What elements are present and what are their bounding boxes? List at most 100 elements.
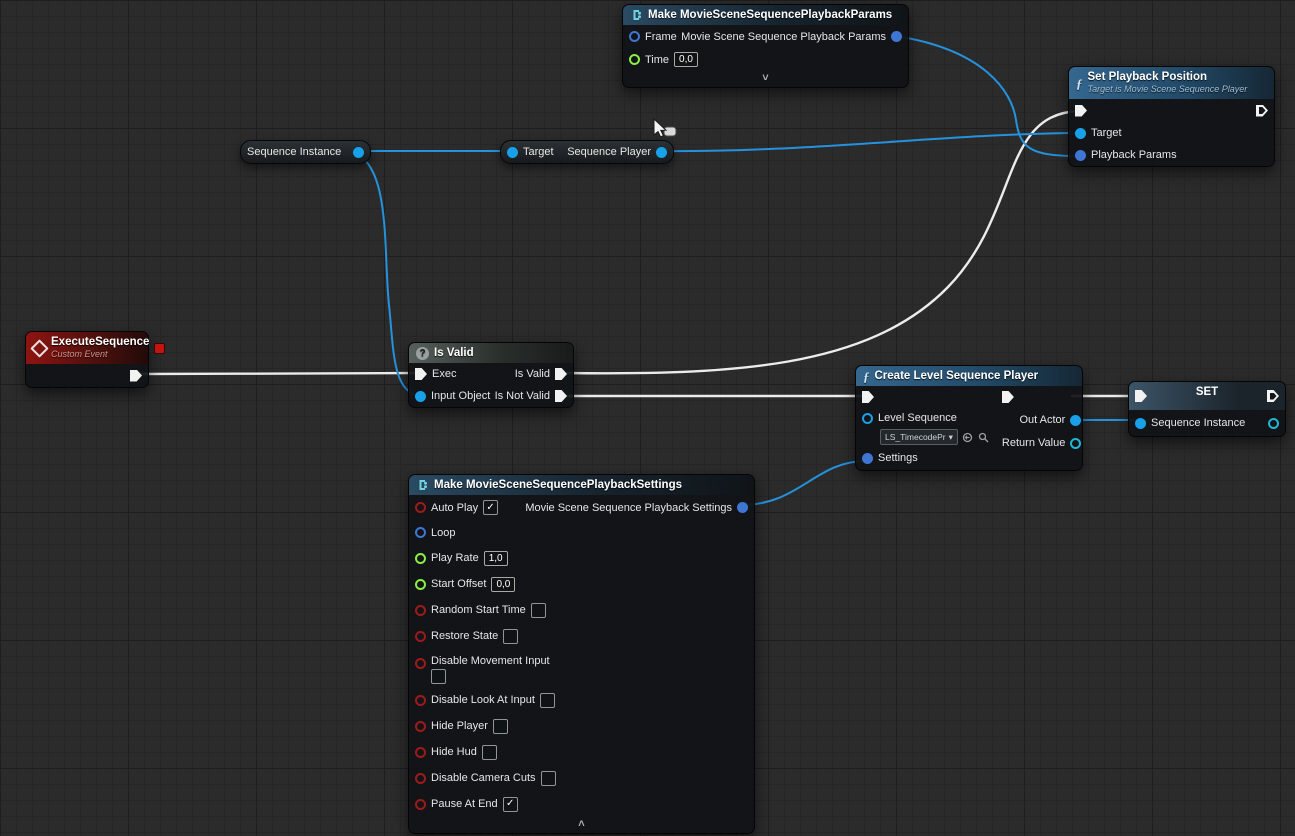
auto-play-checkbox[interactable]: ✓ xyxy=(483,500,498,515)
disable-camera-cuts-checkbox[interactable] xyxy=(541,771,556,786)
node-make-playback-settings[interactable]: Make MovieSceneSequencePlaybackSettings … xyxy=(408,474,755,834)
dropdown-arrow-icon: ▾ xyxy=(949,432,953,443)
wire-settings-to-create[interactable] xyxy=(741,461,866,505)
node-header[interactable]: Make MovieSceneSequencePlaybackSettings xyxy=(409,475,754,495)
target-pin-label: Target xyxy=(1091,127,1122,139)
loop-pin[interactable] xyxy=(415,527,426,538)
node-title: Is Valid xyxy=(434,347,474,359)
node-make-playback-params[interactable]: Make MovieSceneSequencePlaybackParams Fr… xyxy=(622,4,909,88)
params-out-pin[interactable] xyxy=(891,31,902,42)
delegate-pin[interactable] xyxy=(154,343,165,354)
node-header[interactable]: SET xyxy=(1129,382,1285,410)
node-header[interactable]: ExecuteSequence Custom Event xyxy=(26,332,148,364)
node-header[interactable]: ƒ Set Playback Position Target is Movie … xyxy=(1069,67,1274,99)
playback-params-pin[interactable] xyxy=(1075,150,1086,161)
disable-camera-cuts-pin[interactable] xyxy=(415,773,426,784)
is-valid-exec-out-pin[interactable] xyxy=(555,368,567,380)
asset-picker-dropdown[interactable]: LS_TimecodePr ▾ xyxy=(880,429,958,445)
node-get-sequence-player[interactable]: Target Sequence Player xyxy=(500,140,674,164)
node-is-valid[interactable]: ? Is Valid Exec Is Valid Input Object Is… xyxy=(408,342,574,408)
mouse-cursor xyxy=(652,118,680,144)
auto-play-label: Auto Play xyxy=(431,502,478,514)
auto-play-pin[interactable] xyxy=(415,502,426,513)
blueprint-graph-canvas[interactable]: Make MovieSceneSequencePlaybackParams Fr… xyxy=(0,0,1295,836)
node-header[interactable]: ƒ Create Level Sequence Player xyxy=(856,366,1082,386)
restore-state-pin[interactable] xyxy=(415,631,426,642)
node-header[interactable]: ? Is Valid xyxy=(409,343,573,363)
make-struct-icon xyxy=(416,479,429,492)
disable-look-at-input-pin[interactable] xyxy=(415,695,426,706)
exec-out-pin[interactable] xyxy=(1256,105,1268,117)
node-set-playback-position[interactable]: ƒ Set Playback Position Target is Movie … xyxy=(1068,66,1275,167)
wire-exec-event-to-isvalid[interactable] xyxy=(136,373,419,374)
node-get-sequence-instance[interactable]: Sequence Instance xyxy=(240,140,371,164)
input-object-pin[interactable] xyxy=(415,391,426,402)
node-execute-sequence-event[interactable]: ExecuteSequence Custom Event xyxy=(25,331,149,388)
asset-picker-value: LS_TimecodePr xyxy=(885,432,946,442)
random-start-time-label: Random Start Time xyxy=(431,604,526,616)
hide-hud-pin[interactable] xyxy=(415,747,426,758)
sequence-instance-out-pin[interactable] xyxy=(1268,418,1279,429)
exec-in-pin[interactable] xyxy=(415,368,427,380)
frame-pin[interactable] xyxy=(629,31,640,42)
exec-out-pin[interactable] xyxy=(130,370,142,382)
exec-out-pin[interactable] xyxy=(1002,391,1014,403)
settings-pin[interactable] xyxy=(862,453,873,464)
sequence-instance-out-pin[interactable] xyxy=(353,147,364,158)
node-set-sequence-instance[interactable]: SET Sequence Instance xyxy=(1128,381,1286,437)
start-offset-label: Start Offset xyxy=(431,578,486,590)
random-start-time-checkbox[interactable] xyxy=(531,603,546,618)
node-subtitle: Target is Movie Scene Sequence Player xyxy=(1088,83,1248,95)
is-not-valid-pin-label: Is Not Valid xyxy=(495,390,550,402)
question-mark-icon: ? xyxy=(416,347,429,360)
browse-asset-magnifier-icon[interactable] xyxy=(977,431,990,444)
use-selected-asset-icon[interactable] xyxy=(961,431,974,444)
hide-player-checkbox[interactable] xyxy=(493,719,508,734)
expand-chevron-icon[interactable]: ˅ xyxy=(623,71,908,87)
target-pin[interactable] xyxy=(1075,128,1086,139)
exec-in-pin[interactable] xyxy=(862,391,874,403)
is-not-valid-exec-out-pin[interactable] xyxy=(555,390,567,402)
sequence-player-out-pin[interactable] xyxy=(656,147,667,158)
pause-at-end-pin[interactable] xyxy=(415,799,426,810)
wire-sequenceplayer-to-target[interactable] xyxy=(651,133,1078,151)
time-pin[interactable] xyxy=(629,54,640,65)
is-valid-pin-label: Is Valid xyxy=(515,368,550,380)
disable-look-at-input-checkbox[interactable] xyxy=(540,693,555,708)
sequence-instance-pin-label: Sequence Instance xyxy=(1151,417,1245,429)
node-title: Create Level Sequence Player xyxy=(875,370,1039,382)
restore-state-checkbox[interactable] xyxy=(503,629,518,644)
event-diamond-icon xyxy=(30,339,48,357)
frame-pin-label: Frame xyxy=(645,31,677,43)
loop-label: Loop xyxy=(431,527,455,539)
target-label: Target xyxy=(523,146,554,158)
make-struct-icon xyxy=(630,9,643,22)
play-rate-label: Play Rate xyxy=(431,552,479,564)
play-rate-input[interactable]: 1,0 xyxy=(484,551,508,566)
out-actor-pin-label: Out Actor xyxy=(1019,414,1065,426)
random-start-time-pin[interactable] xyxy=(415,605,426,616)
settings-out-pin[interactable] xyxy=(737,502,748,513)
hide-player-pin[interactable] xyxy=(415,721,426,732)
wire-params-to-playbackparams[interactable] xyxy=(896,36,1078,156)
start-offset-input[interactable]: 0,0 xyxy=(491,577,515,592)
node-create-level-sequence-player[interactable]: ƒ Create Level Sequence Player Level Seq… xyxy=(855,365,1083,471)
exec-pin-label: Exec xyxy=(432,368,456,380)
disable-look-at-input-label: Disable Look At Input xyxy=(431,694,535,706)
collapse-chevron-icon[interactable]: ˄ xyxy=(409,817,754,833)
target-in-pin[interactable] xyxy=(507,147,518,158)
disable-movement-input-checkbox[interactable] xyxy=(431,669,446,684)
disable-movement-input-pin[interactable] xyxy=(415,658,426,669)
time-value-input[interactable]: 0,0 xyxy=(674,52,698,67)
return-value-pin[interactable] xyxy=(1070,438,1081,449)
node-header[interactable]: Make MovieSceneSequencePlaybackParams xyxy=(623,5,908,25)
level-sequence-pin[interactable] xyxy=(862,413,873,424)
pause-at-end-checkbox[interactable]: ✓ xyxy=(503,797,518,812)
hide-hud-checkbox[interactable] xyxy=(482,745,497,760)
start-offset-pin[interactable] xyxy=(415,579,426,590)
play-rate-pin[interactable] xyxy=(415,553,426,564)
exec-in-pin[interactable] xyxy=(1075,105,1087,117)
out-actor-pin[interactable] xyxy=(1070,415,1081,426)
sequence-instance-in-pin[interactable] xyxy=(1135,418,1146,429)
disable-camera-cuts-label: Disable Camera Cuts xyxy=(431,772,536,784)
